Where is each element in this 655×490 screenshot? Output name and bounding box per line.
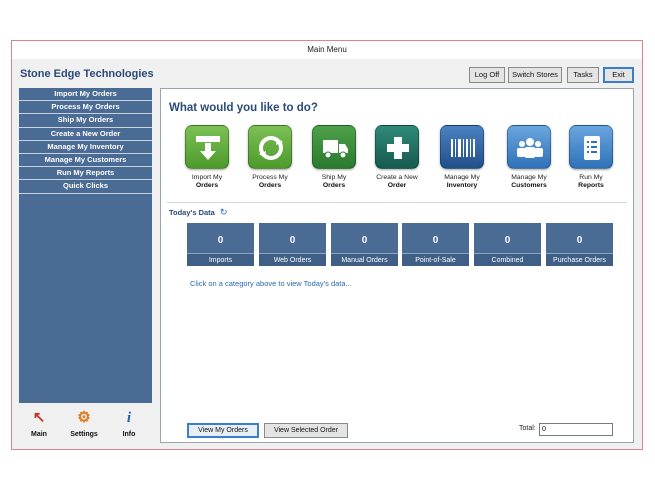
todays-data-hint: Click on a category above to view Today'… <box>190 279 352 288</box>
process-orders-label-1: Process My <box>252 174 288 181</box>
window-title: Main Menu <box>12 41 642 59</box>
stat-web-orders[interactable]: 0 Web Orders <box>259 223 326 266</box>
stat-imports-label: Imports <box>187 253 254 266</box>
sidebar-item-manage-inventory[interactable]: Manage My Inventory <box>19 141 152 154</box>
manage-customers-label-2: Customers <box>511 182 547 189</box>
manage-customers-label-1: Manage My <box>511 174 547 181</box>
stat-purchase-orders[interactable]: 0 Purchase Orders <box>546 223 613 266</box>
stat-manual-orders-label: Manual Orders <box>331 253 398 266</box>
manage-inventory-label-1: Manage My <box>444 174 480 181</box>
info-icon: i <box>126 410 132 426</box>
stat-purchase-orders-label: Purchase Orders <box>546 253 613 266</box>
settings-nav-button[interactable]: ⚙ Settings <box>64 408 104 438</box>
process-icon <box>248 125 292 169</box>
process-orders-label-2: Orders <box>258 182 282 189</box>
sidebar: Import My Orders Process My Orders Ship … <box>19 88 152 403</box>
main-panel: What would you like to do? Import My Ord… <box>160 88 634 443</box>
sidebar-item-ship-orders[interactable]: Ship My Orders <box>19 114 152 128</box>
stat-combined-value: 0 <box>504 235 511 246</box>
stat-combined-label: Combined <box>474 253 541 266</box>
report-icon <box>569 125 613 169</box>
total-field[interactable] <box>539 423 613 436</box>
stat-imports-value: 0 <box>217 235 224 246</box>
process-orders-action[interactable]: Process My Orders <box>242 125 298 190</box>
main-menu-window: Main Menu Stone Edge Technologies Log Of… <box>11 40 643 450</box>
import-orders-label-2: Orders <box>195 182 219 189</box>
stat-imports[interactable]: 0 Imports <box>187 223 254 266</box>
divider <box>167 202 627 203</box>
tasks-button[interactable]: Tasks <box>567 67 599 83</box>
todays-data-label: Today's Data <box>169 208 215 217</box>
ship-orders-label-1: Ship My <box>321 174 347 181</box>
truck-icon <box>312 125 356 169</box>
cursor-arrow-icon: ↖ <box>32 409 46 426</box>
sidebar-item-import-orders[interactable]: Import My Orders <box>19 88 152 102</box>
barcode-icon <box>440 125 484 169</box>
view-my-orders-button[interactable]: View My Orders <box>187 423 259 438</box>
log-off-button[interactable]: Log Off <box>469 67 505 83</box>
info-nav-button[interactable]: i Info <box>109 408 149 438</box>
create-order-action[interactable]: Create a New Order <box>369 125 425 190</box>
stat-web-orders-value: 0 <box>289 235 296 246</box>
sidebar-item-manage-customers[interactable]: Manage My Customers <box>19 154 152 168</box>
stat-web-orders-label: Web Orders <box>259 253 326 266</box>
main-nav-label: Main <box>31 431 47 438</box>
run-reports-label-2: Reports <box>578 182 604 189</box>
gear-icon: ⚙ <box>77 409 91 426</box>
run-reports-label-1: Run My <box>579 174 603 181</box>
info-nav-label: Info <box>122 431 136 438</box>
refresh-icon[interactable]: ↻ <box>220 207 228 218</box>
stat-point-of-sale[interactable]: 0 Point-of-Sale <box>402 223 469 266</box>
people-icon <box>507 125 551 169</box>
switch-stores-button[interactable]: Switch Stores <box>508 67 562 83</box>
stat-point-of-sale-value: 0 <box>432 235 439 246</box>
exit-button[interactable]: Exit <box>603 67 634 83</box>
run-reports-action[interactable]: Run My Reports <box>563 125 619 190</box>
sidebar-item-create-order[interactable]: Create a New Order <box>19 128 152 141</box>
plus-icon <box>375 125 419 169</box>
total-label: Total: <box>519 425 536 432</box>
brand-title: Stone Edge Technologies <box>20 68 154 80</box>
manage-customers-action[interactable]: Manage My Customers <box>501 125 557 190</box>
manage-inventory-label-2: Inventory <box>446 182 478 189</box>
stat-combined[interactable]: 0 Combined <box>474 223 541 266</box>
import-icon <box>185 125 229 169</box>
stat-manual-orders-value: 0 <box>361 235 368 246</box>
manage-inventory-action[interactable]: Manage My Inventory <box>434 125 490 190</box>
view-selected-order-button[interactable]: View Selected Order <box>264 423 348 438</box>
stat-manual-orders[interactable]: 0 Manual Orders <box>331 223 398 266</box>
sidebar-item-quick-clicks[interactable]: Quick Clicks <box>19 180 152 194</box>
stat-purchase-orders-value: 0 <box>576 235 583 246</box>
stat-point-of-sale-label: Point-of-Sale <box>402 253 469 266</box>
settings-nav-label: Settings <box>70 431 98 438</box>
sidebar-item-run-reports[interactable]: Run My Reports <box>19 167 152 181</box>
main-nav-button[interactable]: ↖ Main <box>19 408 59 438</box>
create-order-label-2: Order <box>387 182 407 189</box>
sidebar-item-process-orders[interactable]: Process My Orders <box>19 101 152 115</box>
ship-orders-action[interactable]: Ship My Orders <box>306 125 362 190</box>
create-order-label-1: Create a New <box>376 174 418 181</box>
ship-orders-label-2: Orders <box>322 182 346 189</box>
page-title: What would you like to do? <box>169 102 318 114</box>
import-orders-action[interactable]: Import My Orders <box>179 125 235 190</box>
import-orders-label-1: Import My <box>191 174 223 181</box>
bottom-nav: ↖ Main ⚙ Settings i Info <box>19 408 152 444</box>
